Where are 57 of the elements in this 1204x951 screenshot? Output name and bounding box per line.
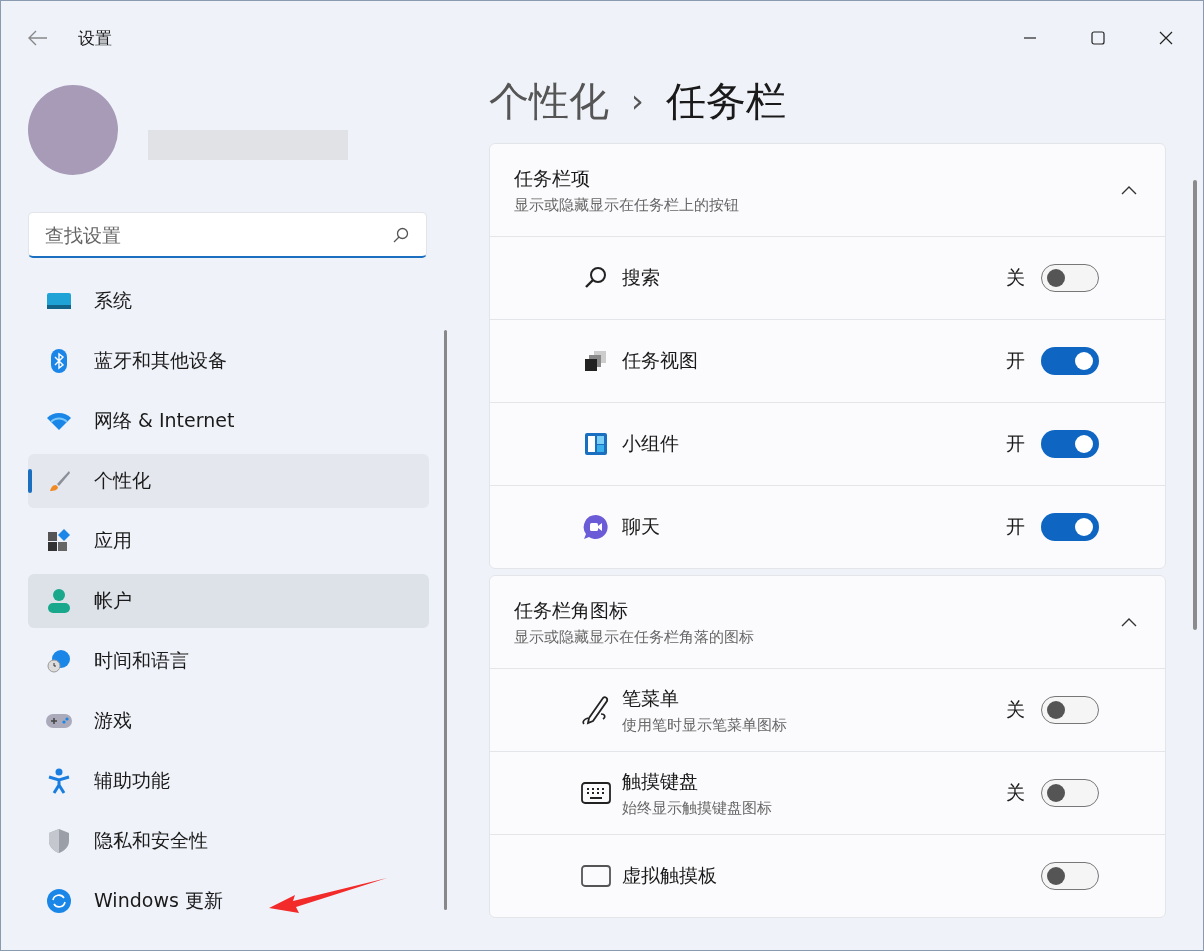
page-title: 任务栏: [665, 76, 786, 126]
toggle-switch[interactable]: [1041, 264, 1099, 292]
section-title: 任务栏项: [514, 165, 591, 191]
apps-icon: [45, 529, 73, 553]
sidebar-item[interactable]: 隐私和安全性: [28, 814, 429, 868]
toggle-switch[interactable]: [1041, 513, 1099, 541]
search-field[interactable]: 查找设置: [28, 212, 427, 258]
toggle-switch[interactable]: [1041, 862, 1099, 890]
sidebar-item[interactable]: 帐户: [28, 574, 429, 628]
sidebar-item[interactable]: 时间和语言: [28, 634, 429, 688]
setting-label: 搜索: [622, 265, 661, 290]
touchpad-icon: [580, 865, 612, 887]
sidebar-item[interactable]: 蓝牙和其他设备: [28, 334, 429, 388]
search-icon: [393, 227, 409, 243]
refresh-icon: [45, 889, 73, 913]
breadcrumb-separator: ›: [631, 82, 644, 120]
setting-label: 触摸键盘: [622, 768, 699, 794]
section-header[interactable]: 任务栏角图标 显示或隐藏显示在任务栏角落的图标: [490, 576, 1165, 669]
toggle-state-label: 关: [1006, 697, 1025, 722]
maximize-icon[interactable]: [1091, 31, 1105, 45]
toggle-state-label: 开: [1006, 348, 1025, 373]
wifi-icon: [45, 412, 73, 430]
setting-label: 聊天: [622, 514, 661, 539]
window-title: 设置: [78, 26, 112, 50]
sidebar-item[interactable]: 系统: [28, 274, 429, 328]
toggle-switch[interactable]: [1041, 347, 1099, 375]
keyboard-icon: [580, 782, 612, 804]
section-subtitle: 显示或隐藏显示在任务栏角落的图标: [514, 627, 755, 647]
sidebar-item[interactable]: Windows 更新: [28, 874, 429, 928]
setting-label: 笔菜单: [622, 685, 680, 711]
sidebar-item[interactable]: 辅助功能: [28, 754, 429, 808]
sidebar-item[interactable]: 应用: [28, 514, 429, 568]
setting-label: 任务视图: [622, 348, 699, 373]
breadcrumb-link[interactable]: 个性化: [489, 73, 609, 129]
person-icon: [45, 589, 73, 613]
section-title: 任务栏角图标: [514, 597, 629, 623]
toggle-state-label: 开: [1006, 514, 1025, 539]
toggle-switch[interactable]: [1041, 779, 1099, 807]
toggle-switch[interactable]: [1041, 696, 1099, 724]
close-icon[interactable]: [1159, 31, 1173, 45]
gamepad-icon: [45, 713, 73, 729]
monitor-icon: [45, 292, 73, 310]
toggle-switch[interactable]: [1041, 430, 1099, 458]
toggle-state-label: 开: [1006, 431, 1025, 456]
section-subtitle: 显示或隐藏显示在任务栏上的按钮: [514, 195, 740, 215]
sidebar-item[interactable]: 游戏: [28, 694, 429, 748]
globe-clock-icon: [45, 649, 73, 673]
setting-description: 使用笔时显示笔菜单图标: [622, 715, 788, 735]
setting-label: 小组件: [622, 431, 680, 456]
toggle-state-label: 关: [1006, 780, 1025, 805]
sidebar-item[interactable]: 个性化: [28, 454, 429, 508]
sidebar-item[interactable]: 网络 & Internet: [28, 394, 429, 448]
toggle-state-label: 关: [1006, 265, 1025, 290]
setting-description: 始终显示触摸键盘图标: [622, 798, 773, 818]
back-arrow-icon[interactable]: [28, 30, 48, 46]
setting-label: 虚拟触摸板: [622, 863, 718, 888]
section-header[interactable]: 任务栏项 显示或隐藏显示在任务栏上的按钮: [490, 144, 1165, 237]
